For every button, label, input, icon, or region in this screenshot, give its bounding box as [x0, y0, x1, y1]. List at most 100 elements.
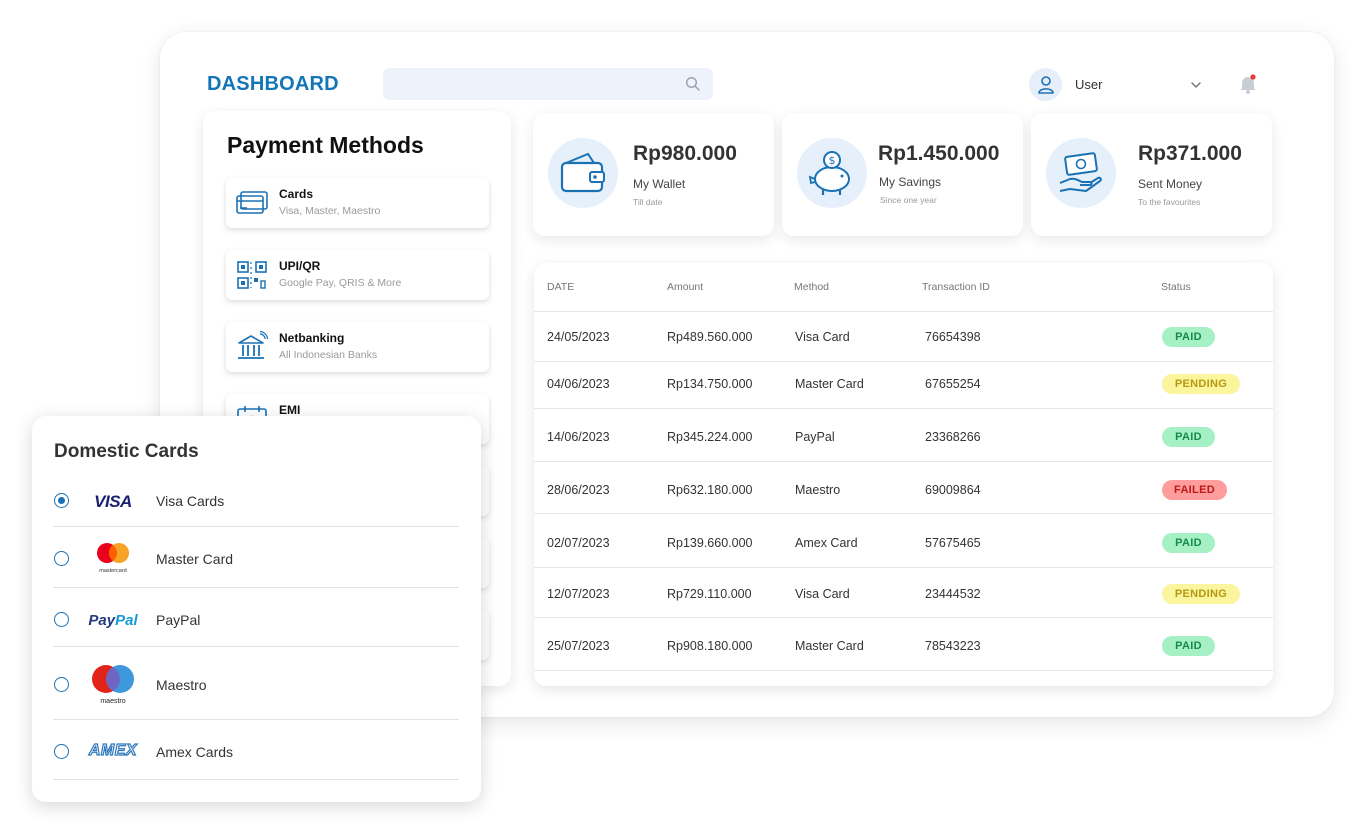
column-header-status[interactable]: Status — [1161, 281, 1191, 293]
cell-transaction-id: 67655254 — [925, 377, 981, 391]
payment-method-description: Google Pay, QRIS & More — [279, 277, 402, 289]
payment-method-name: EMI — [279, 403, 301, 417]
card-option-mastercard[interactable]: mastercard Master Card — [53, 527, 459, 588]
column-header-date[interactable]: DATE — [547, 281, 574, 293]
status-badge: FAILED — [1162, 480, 1227, 500]
table-row[interactable]: 02/07/2023 Rp139.660.000 Amex Card 57675… — [534, 514, 1273, 568]
payment-method-netbanking[interactable]: Netbanking All Indonesian Banks — [226, 322, 489, 372]
cell-date: 12/07/2023 — [547, 587, 610, 601]
cell-date: 24/05/2023 — [547, 330, 610, 344]
cell-amount: Rp729.110.000 — [667, 587, 752, 601]
search-input[interactable] — [383, 68, 713, 100]
avatar[interactable] — [1029, 68, 1062, 101]
card-option-paypal[interactable]: PayPal PayPal — [53, 588, 459, 647]
amex-logo-icon: AMEX — [88, 741, 138, 759]
card-option-label: Maestro — [156, 677, 207, 693]
radio-button[interactable] — [54, 612, 69, 627]
svg-text:$: $ — [829, 154, 836, 167]
chevron-down-icon[interactable] — [1189, 78, 1203, 92]
radio-button[interactable] — [54, 493, 69, 508]
cell-transaction-id: 76654398 — [925, 330, 981, 344]
cell-date: 25/07/2023 — [547, 639, 610, 653]
column-header-method[interactable]: Method — [794, 281, 829, 293]
payment-method-name: UPI/QR — [279, 259, 321, 273]
domestic-cards-panel: Domestic Cards VISA Visa Cards mastercar… — [32, 416, 481, 802]
cell-method: Master Card — [795, 377, 864, 391]
bell-icon[interactable] — [1238, 73, 1258, 95]
cell-method: Visa Card — [795, 587, 850, 601]
wallet-label: My Wallet — [633, 177, 686, 191]
piggy-bank-icon: $ — [797, 138, 867, 208]
search-icon[interactable] — [685, 76, 701, 92]
sent-money-value: Rp371.000 — [1138, 142, 1242, 165]
mastercard-logo-icon: mastercard — [83, 537, 143, 577]
radio-button[interactable] — [54, 744, 69, 759]
table-row[interactable]: 12/07/2023 Rp729.110.000 Visa Card 23444… — [534, 568, 1273, 618]
dashboard-title: DASHBOARD — [207, 73, 339, 95]
wallet-stat-card: Rp980.000 My Wallet Till date — [533, 113, 774, 236]
status-badge: PAID — [1162, 533, 1215, 553]
table-header: DATE Amount Method Transaction ID Status — [534, 263, 1273, 312]
cell-date: 02/07/2023 — [547, 536, 610, 550]
table-row[interactable]: 24/05/2023 Rp489.560.000 Visa Card 76654… — [534, 312, 1273, 362]
savings-stat-card: $ Rp1.450.000 My Savings Since one year — [782, 113, 1023, 236]
card-icon — [236, 191, 268, 214]
svg-text:mastercard: mastercard — [99, 568, 127, 574]
card-option-label: Amex Cards — [156, 744, 234, 760]
payment-method-name: Netbanking — [279, 331, 345, 345]
payment-method-name: Cards — [279, 187, 314, 201]
table-row[interactable]: 25/07/2023 Rp908.180.000 Master Card 785… — [534, 618, 1273, 671]
cell-method: Master Card — [795, 639, 864, 653]
cell-method: Maestro — [795, 483, 841, 497]
card-option-maestro[interactable]: maestro Maestro — [53, 647, 459, 720]
wallet-icon — [548, 138, 618, 208]
table-row[interactable]: 28/06/2023 Rp632.180.000 Maestro 6900986… — [534, 462, 1273, 514]
card-option-label: PayPal — [156, 612, 201, 628]
cell-transaction-id: 69009864 — [925, 483, 981, 497]
sent-money-stat-card: Rp371.000 Sent Money To the favourites — [1031, 113, 1272, 236]
cell-date: 14/06/2023 — [547, 430, 610, 444]
payment-method-description: All Indonesian Banks — [279, 349, 378, 361]
cell-amount: Rp345.224.000 — [667, 430, 753, 444]
cell-amount: Rp908.180.000 — [667, 639, 753, 653]
svg-text:maestro: maestro — [100, 698, 125, 705]
payment-method-cards[interactable]: Cards Visa, Master, Maestro — [226, 178, 489, 228]
paypal-logo-icon: PayPal — [88, 611, 138, 629]
payment-method-upi-qr[interactable]: UPI/QR Google Pay, QRIS & More — [226, 250, 489, 300]
card-option-amex[interactable]: AMEX Amex Cards — [53, 720, 459, 780]
cell-transaction-id: 78543223 — [925, 639, 981, 653]
column-header-transaction-id[interactable]: Transaction ID — [922, 281, 990, 293]
user-icon — [1037, 75, 1054, 94]
radio-button[interactable] — [54, 551, 69, 566]
column-header-amount[interactable]: Amount — [667, 281, 703, 293]
send-money-icon — [1046, 138, 1116, 208]
savings-value: Rp1.450.000 — [878, 142, 1000, 165]
qr-code-icon — [237, 261, 267, 289]
bank-icon — [238, 331, 269, 359]
domestic-cards-title: Domestic Cards — [54, 441, 199, 462]
cell-date: 04/06/2023 — [547, 377, 610, 391]
status-badge: PENDING — [1162, 374, 1240, 394]
payment-methods-title: Payment Methods — [227, 132, 424, 158]
cell-amount: Rp489.560.000 — [667, 330, 753, 344]
status-badge: PENDING — [1162, 584, 1240, 604]
cell-transaction-id: 23368266 — [925, 430, 981, 444]
visa-logo-icon: VISA — [94, 492, 132, 511]
cell-transaction-id: 57675465 — [925, 536, 981, 550]
card-option-visa[interactable]: VISA Visa Cards — [53, 478, 459, 527]
cell-date: 28/06/2023 — [547, 483, 610, 497]
sent-money-label: Sent Money — [1138, 177, 1203, 191]
sent-money-sub: To the favourites — [1138, 197, 1201, 207]
cell-method: PayPal — [795, 430, 835, 444]
table-row[interactable]: 14/06/2023 Rp345.224.000 PayPal 23368266… — [534, 409, 1273, 462]
user-name[interactable]: User — [1075, 77, 1102, 92]
cell-amount: Rp139.660.000 — [667, 536, 753, 550]
cell-transaction-id: 23444532 — [925, 587, 981, 601]
status-badge: PAID — [1162, 327, 1215, 347]
transactions-table: DATE Amount Method Transaction ID Status… — [534, 263, 1273, 686]
cell-amount: Rp134.750.000 — [667, 377, 753, 391]
wallet-value: Rp980.000 — [633, 142, 737, 165]
maestro-logo-icon: maestro — [83, 661, 143, 707]
radio-button[interactable] — [54, 677, 69, 692]
table-row[interactable]: 04/06/2023 Rp134.750.000 Master Card 676… — [534, 362, 1273, 409]
